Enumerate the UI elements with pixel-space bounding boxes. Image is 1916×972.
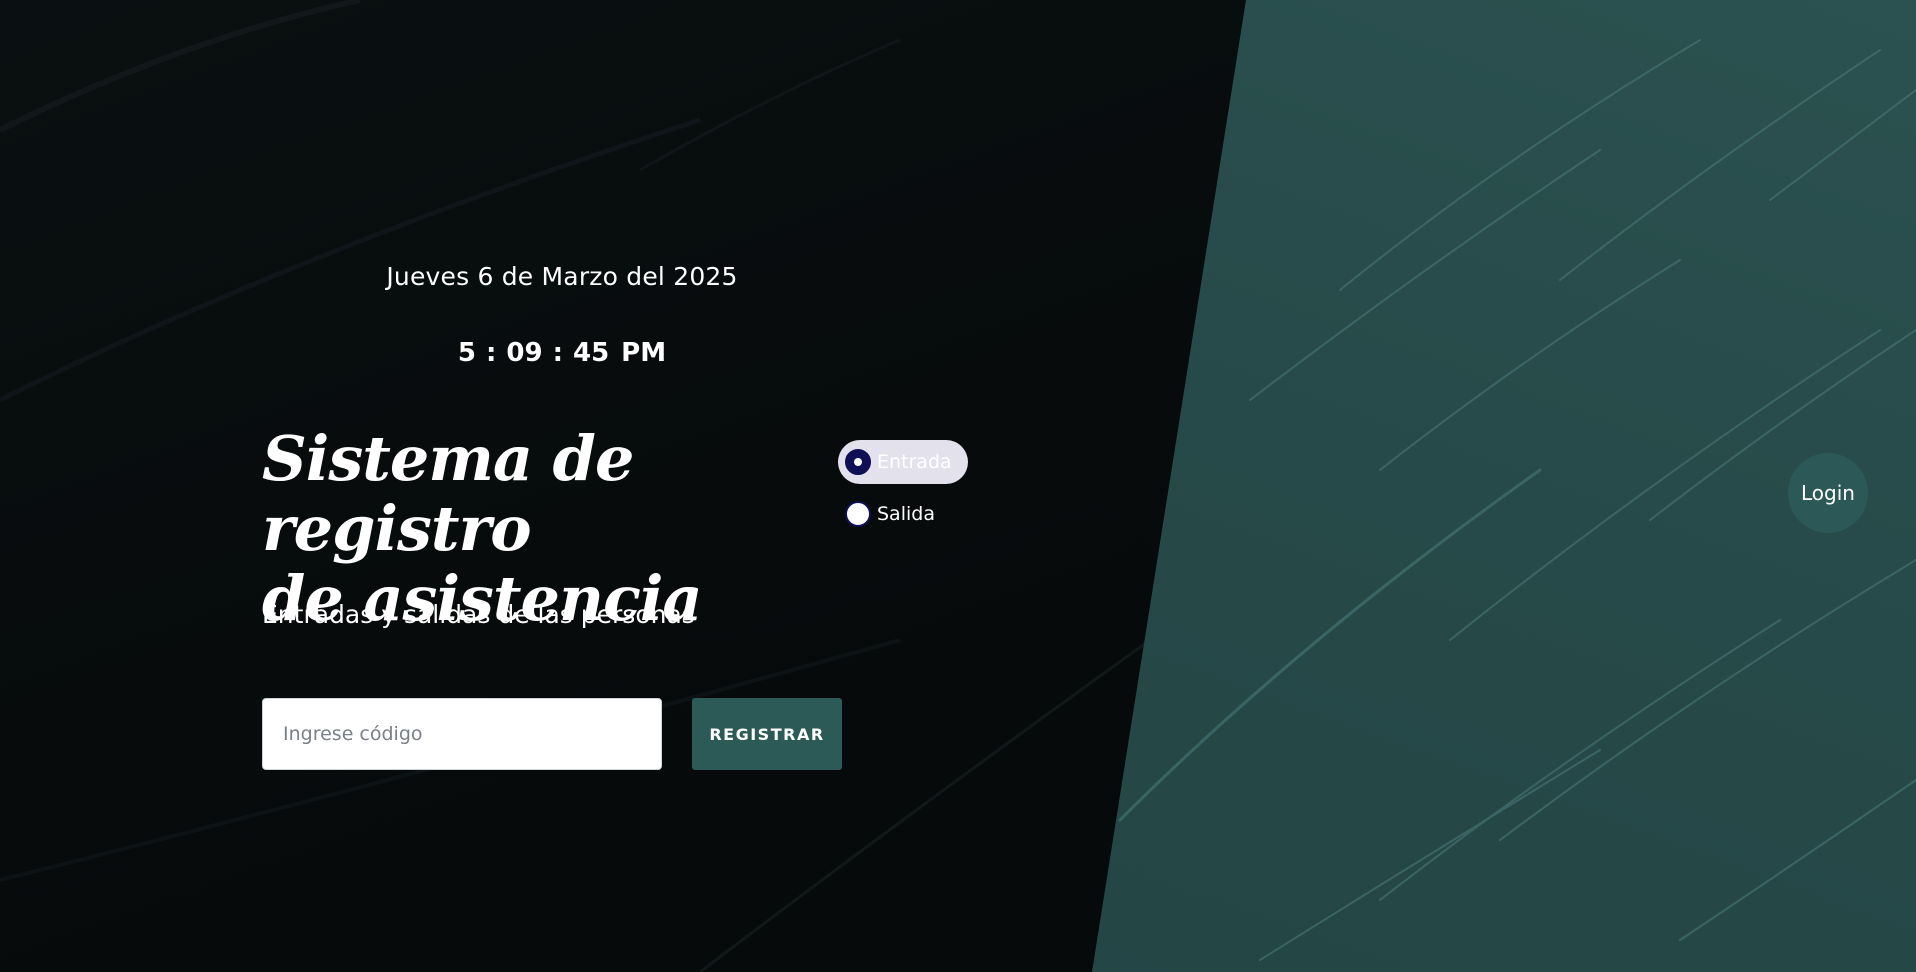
page-title-line1: Sistema de registro [262, 422, 634, 565]
clock-seconds: 45 [572, 338, 610, 368]
radio-unselected-icon[interactable] [845, 501, 871, 527]
clock-separator: : [552, 338, 563, 368]
radio-selected-icon[interactable] [845, 449, 871, 475]
radio-label-entrada: Entrada [877, 451, 952, 473]
clock-hours: 5 [457, 338, 476, 368]
clock-period: PM [621, 338, 667, 368]
login-button[interactable]: Login [1788, 453, 1868, 533]
digital-clock: 5:09:45 PM [262, 338, 862, 368]
register-button[interactable]: REGISTRAR [692, 698, 842, 770]
radio-label-salida: Salida [877, 503, 935, 525]
clock-separator: : [485, 338, 497, 368]
code-input[interactable] [262, 698, 662, 770]
radio-entrada[interactable]: Entrada [838, 440, 968, 484]
landing-page: Jueves 6 de Marzo del 2025 5:09:45 PM Sis… [0, 0, 1916, 972]
page-subtitle: Entradas y salidas de las personas [262, 600, 695, 629]
clock-minutes: 09 [506, 338, 543, 368]
current-date: Jueves 6 de Marzo del 2025 [386, 262, 738, 291]
radio-salida[interactable]: Salida [838, 492, 968, 536]
attendance-mode-radio-group: Entrada Salida [838, 440, 968, 544]
